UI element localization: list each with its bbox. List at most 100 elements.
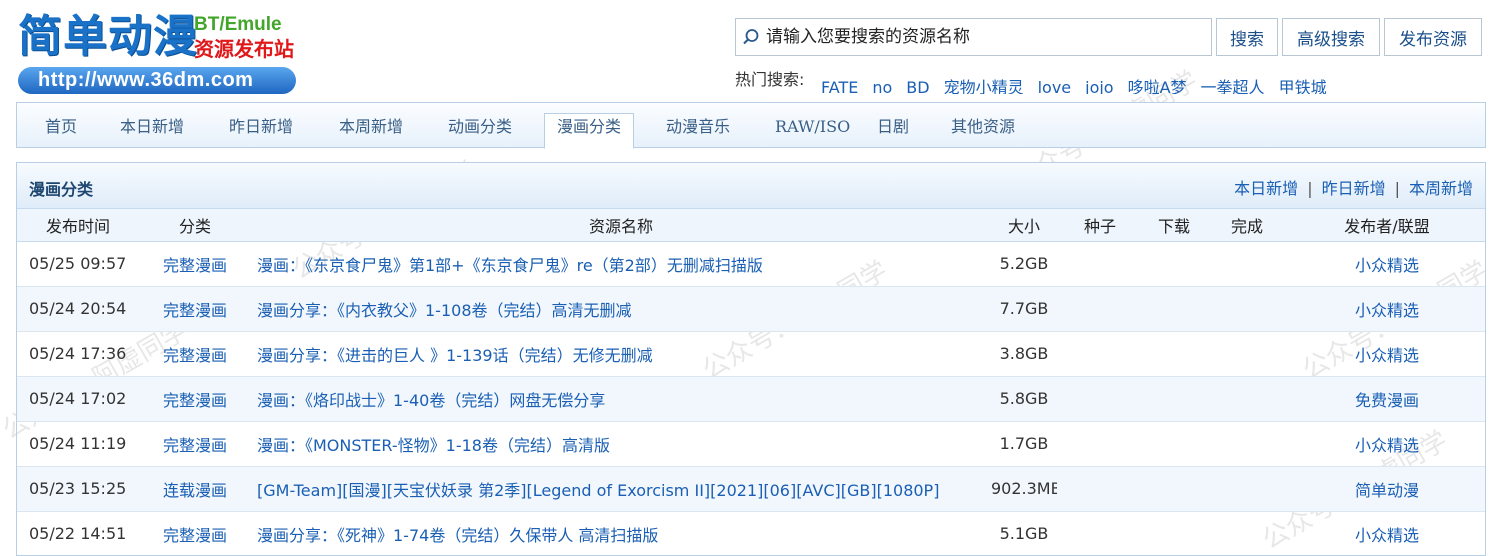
table-header-row: 发布时间 分类 资源名称 大小 种子 下载 完成 发布者/联盟 xyxy=(17,209,1485,242)
nav-tab-1[interactable]: 本日新增 xyxy=(120,114,184,148)
hot-keyword-link[interactable]: 哆啦A梦 xyxy=(1128,78,1187,94)
column-header[interactable]: 分类 xyxy=(139,209,251,242)
cell-size: 902.3MB xyxy=(991,466,1057,512)
hot-keyword-link[interactable]: FATE xyxy=(821,78,858,94)
search-input[interactable] xyxy=(766,20,1196,54)
hot-search-label: 热门搜索: xyxy=(735,70,805,89)
cell-seeds xyxy=(1057,331,1143,377)
logo-url: http://www.36dm.com xyxy=(18,67,296,94)
cell-publisher-link[interactable]: 小众精选 xyxy=(1289,511,1485,555)
cell-publisher-link[interactable]: 小众精选 xyxy=(1289,286,1485,332)
cell-category-link[interactable]: 完整漫画 xyxy=(139,511,251,555)
site-logo[interactable]: 简单动漫 BT/Emule 资源发布站 http://www.36dm.com xyxy=(18,10,308,98)
cell-resource-name-link[interactable]: [GM-Team][国漫][天宝伏妖录 第2季][Legend of Exorc… xyxy=(251,466,991,512)
cell-time: 05/24 20:54 xyxy=(17,286,139,332)
cell-downloads xyxy=(1143,331,1205,377)
hot-search-keywords: FATE no BD 宠物小精灵 love jojo 哆啦A梦 一拳超人 甲铁城 xyxy=(821,74,1341,94)
cell-completed xyxy=(1205,331,1289,377)
cell-seeds xyxy=(1057,466,1143,512)
cell-category-link[interactable]: 完整漫画 xyxy=(139,286,251,332)
cell-downloads xyxy=(1143,241,1205,287)
cell-completed xyxy=(1205,466,1289,512)
panel-link-yesterday[interactable]: 昨日新增 xyxy=(1322,179,1386,198)
cell-time: 05/24 17:02 xyxy=(17,376,139,422)
cell-completed xyxy=(1205,511,1289,555)
nav-tab-9[interactable]: 其他资源 xyxy=(951,114,1015,148)
cell-downloads xyxy=(1143,511,1205,555)
cell-resource-name-link[interactable]: 漫画分享：《内衣教父》1-108卷（完结）高清无删减 xyxy=(251,286,991,332)
resource-table: 发布时间 分类 资源名称 大小 种子 下载 完成 发布者/联盟 05/25 09:57 完整漫画… xyxy=(17,209,1485,555)
cell-size: 7.7GB xyxy=(991,286,1057,332)
nav-tab-5[interactable]: 漫画分类 xyxy=(544,113,635,149)
hot-keyword-link[interactable]: 一拳超人 xyxy=(1201,78,1265,94)
nav-tab-6[interactable]: 动漫音乐 xyxy=(666,114,730,148)
nav-tab-2[interactable]: 昨日新增 xyxy=(229,114,293,148)
hot-keyword-link[interactable]: 宠物小精灵 xyxy=(944,78,1024,94)
nav-tab-8[interactable]: 日剧 xyxy=(877,114,909,148)
cell-category-link[interactable]: 连载漫画 xyxy=(139,466,251,512)
cell-seeds xyxy=(1057,286,1143,332)
column-header[interactable]: 种子 xyxy=(1057,209,1143,242)
column-header[interactable]: 完成 xyxy=(1205,209,1289,242)
table-row: 05/24 11:19 完整漫画 漫画：《MONSTER-怪物》1-18卷（完结）高… xyxy=(17,421,1485,467)
main-nav: 首页 本日新增 昨日新增 本周新增 动画分类 漫画分类 动漫音乐 RAW/ISO 日剧 其他资源 xyxy=(16,102,1486,149)
nav-tab-0[interactable]: 首页 xyxy=(45,114,77,148)
cell-seeds xyxy=(1057,376,1143,422)
panel-quick-links: 本日新增 | 昨日新增 | 本周新增 xyxy=(1234,179,1473,198)
cell-publisher-link[interactable]: 简单动漫 xyxy=(1289,466,1485,512)
cell-publisher-link[interactable]: 免费漫画 xyxy=(1289,376,1485,422)
hot-keyword-link[interactable]: 甲铁城 xyxy=(1279,78,1327,94)
nav-tab-4[interactable]: 动画分类 xyxy=(448,114,512,148)
table-row: 05/24 20:54 完整漫画 漫画分享：《内衣教父》1-108卷（完结）高清无删… xyxy=(17,286,1485,332)
column-header[interactable]: 大小 xyxy=(991,209,1057,242)
column-header[interactable]: 资源名称 xyxy=(251,209,991,242)
cell-completed xyxy=(1205,241,1289,287)
advanced-search-button[interactable]: 高级搜索 xyxy=(1282,18,1380,56)
cell-size: 1.7GB xyxy=(991,421,1057,467)
nav-tab-3[interactable]: 本周新增 xyxy=(339,114,403,148)
cell-time: 05/24 11:19 xyxy=(17,421,139,467)
cell-time: 05/24 17:36 xyxy=(17,331,139,377)
column-header[interactable]: 发布时间 xyxy=(17,209,139,242)
cell-seeds xyxy=(1057,421,1143,467)
panel-header: 漫画分类 本日新增 | 昨日新增 | 本周新增 xyxy=(17,163,1485,209)
hot-keyword-link[interactable]: jojo xyxy=(1085,78,1113,94)
hot-keyword-link[interactable]: no xyxy=(872,78,892,94)
cell-downloads xyxy=(1143,466,1205,512)
cell-category-link[interactable]: 完整漫画 xyxy=(139,241,251,287)
table-row: 05/25 09:57 完整漫画 漫画：《东京食尸鬼》第1部+《东京食尸鬼》re（第… xyxy=(17,241,1485,287)
cell-category-link[interactable]: 完整漫画 xyxy=(139,421,251,467)
table-row: 05/24 17:02 完整漫画 漫画：《烙印战士》1-40卷（完结）网盘无偿分享 5… xyxy=(17,376,1485,422)
cell-resource-name-link[interactable]: 漫画：《烙印战士》1-40卷（完结）网盘无偿分享 xyxy=(251,376,991,422)
cell-downloads xyxy=(1143,376,1205,422)
cell-size: 5.2GB xyxy=(991,241,1057,287)
column-header[interactable]: 下载 xyxy=(1143,209,1205,242)
nav-tab-7[interactable]: RAW/ISO xyxy=(775,114,850,148)
cell-publisher-link[interactable]: 小众精选 xyxy=(1289,331,1485,377)
cell-completed xyxy=(1205,421,1289,467)
cell-size: 5.8GB xyxy=(991,376,1057,422)
cell-resource-name-link[interactable]: 漫画分享：《死神》1-74卷（完结）久保带人 高清扫描版 xyxy=(251,511,991,555)
search-button[interactable]: 搜索 xyxy=(1216,18,1278,56)
panel-title: 漫画分类 xyxy=(29,180,94,199)
cell-completed xyxy=(1205,286,1289,332)
cell-resource-name-link[interactable]: 漫画：《MONSTER-怪物》1-18卷（完结）高清版 xyxy=(251,421,991,467)
hot-search: 热门搜索: FATE no BD 宠物小精灵 love jojo 哆啦A梦 一拳超人 甲铁城 xyxy=(735,62,1455,94)
cell-publisher-link[interactable]: 小众精选 xyxy=(1289,241,1485,287)
cell-publisher-link[interactable]: 小众精选 xyxy=(1289,421,1485,467)
panel-link-today[interactable]: 本日新增 xyxy=(1234,179,1298,198)
cell-category-link[interactable]: 完整漫画 xyxy=(139,331,251,377)
cell-downloads xyxy=(1143,421,1205,467)
hot-keyword-link[interactable]: love xyxy=(1038,78,1072,94)
cell-resource-name-link[interactable]: 漫画：《东京食尸鬼》第1部+《东京食尸鬼》re（第2部）无删减扫描版 xyxy=(251,241,991,287)
hot-keyword-link[interactable]: BD xyxy=(906,78,929,94)
search-icon xyxy=(736,19,766,55)
table-row: 05/23 15:25 连载漫画 [GM-Team][国漫][天宝伏妖录 第2季][… xyxy=(17,466,1485,512)
cell-category-link[interactable]: 完整漫画 xyxy=(139,376,251,422)
panel-link-week[interactable]: 本周新增 xyxy=(1409,179,1473,198)
publish-resource-button[interactable]: 发布资源 xyxy=(1384,18,1482,56)
cell-resource-name-link[interactable]: 漫画分享：《进击的巨人 》1-139话（完结）无修无删减 xyxy=(251,331,991,377)
cell-seeds xyxy=(1057,241,1143,287)
cell-time: 05/23 15:25 xyxy=(17,466,139,512)
column-header[interactable]: 发布者/联盟 xyxy=(1289,209,1485,242)
